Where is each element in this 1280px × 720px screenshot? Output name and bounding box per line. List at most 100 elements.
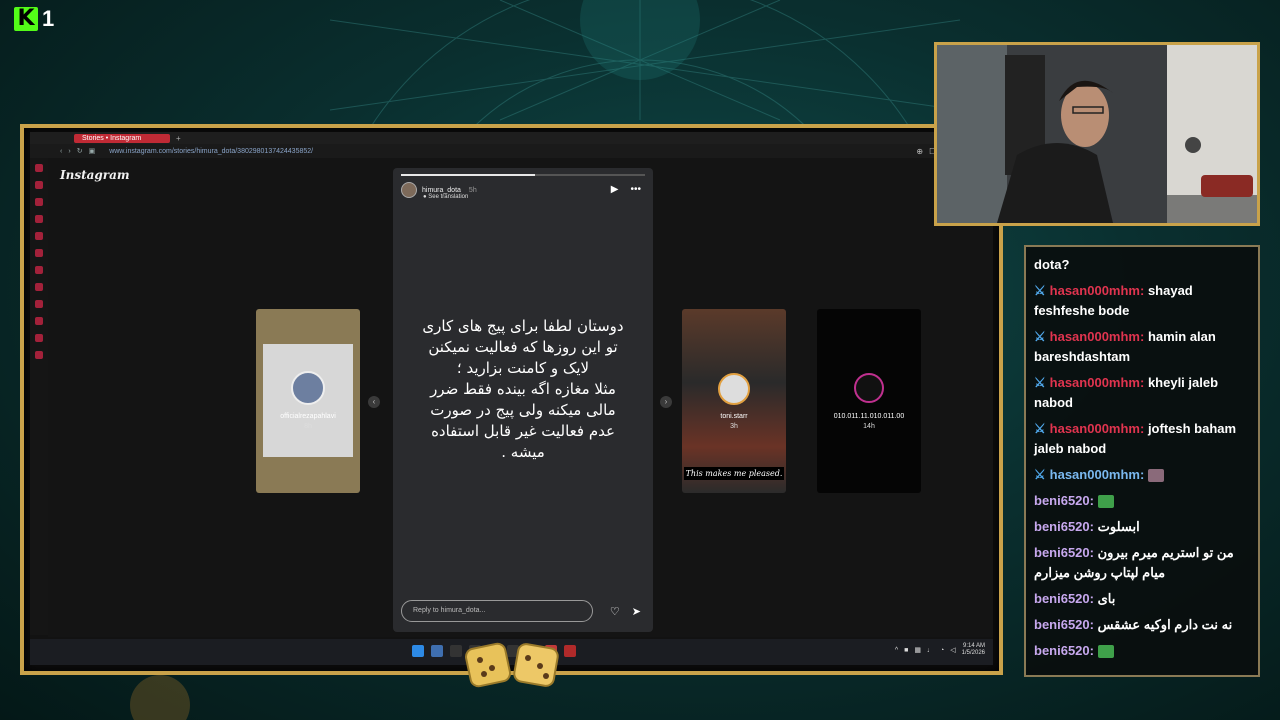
file-explorer-icon[interactable] [431,645,443,657]
next-story-button[interactable]: › [660,396,672,408]
kick-logo: K 1 [14,6,54,32]
more-options-icon[interactable]: ••• [630,184,641,195]
sidebar-app-icon[interactable] [35,283,43,291]
chat-message: ⚔ hasan000mhm: shayad feshfeshe bode [1034,281,1250,321]
moderator-badge-icon: ⚔ [1034,421,1046,436]
address-input[interactable]: www.instagram.com/stories/himura_dota/38… [109,148,313,155]
start-menu-icon[interactable] [412,645,424,657]
story-text-line: عدم فعالیت غیر قابل استفاده [431,422,615,440]
new-tab-button[interactable]: + [176,134,181,143]
see-translation-label: See translation [428,194,469,200]
side-story-officialrezapahlavi[interactable]: officialrezapahlavi 8h [256,309,360,493]
moderator-badge-icon: ⚔ [1034,467,1046,482]
story-text: دوستان لطفا برای پیج های کاری تو این روز… [409,316,637,463]
taskbar-clock[interactable]: 9:14 AM 1/5/2026 [962,643,985,657]
story-text-line: تو این روزها که فعالیت نمیکنن [428,338,618,356]
story-progress-bar [401,174,645,176]
microphone-icon[interactable]: ♩ [927,647,934,654]
sidebar-app-icon[interactable] [35,249,43,257]
chat-message: beni6520: [1034,641,1250,661]
side-story-010[interactable]: 010.011.11.010.011.00 14h [817,309,921,493]
story-text-line: میشه . [501,443,545,461]
dice-overlay [464,642,559,688]
sidebar-app-icon[interactable] [35,317,43,325]
chat-panel: dota? ⚔ hasan000mhm: shayad feshfeshe bode… [1024,245,1260,677]
sidebar-app-icon[interactable] [35,215,43,223]
chat-message: beni6520: [1034,491,1250,511]
like-heart-icon[interactable]: ♡ [610,605,620,618]
sidebar-app-icon[interactable] [35,351,43,359]
browser-url-bar: ‹ › ↻ ▣ www.instagram.com/stories/himura… [30,144,993,158]
story-username: toni.starr [720,413,748,420]
chat-username[interactable]: beni6520: [1034,643,1094,658]
sidebar-app-icon[interactable] [35,164,43,172]
wifi-icon[interactable]: ◔ [940,647,944,654]
zoom-icon[interactable]: ⊕ [916,147,923,156]
chat-message: beni6520: بای [1034,589,1250,609]
kick-logo-number: 1 [42,6,55,31]
story-username: 010.011.11.010.011.00 [833,413,905,420]
see-translation-link[interactable]: ● See translation [423,194,468,200]
story-username: officialrezapahlavi [280,413,336,420]
taskbar-app-icon[interactable] [450,645,462,657]
story-age: 5h [468,186,477,194]
chat-message: ⚔ hasan000mhm: kheyli jaleb nabod [1034,373,1250,413]
story-age: 8h [304,423,312,430]
chat-username[interactable]: hasan000mhm: [1050,421,1145,436]
chat-username[interactable]: hasan000mhm: [1050,329,1145,344]
story-caption: This makes me pleased. [684,467,784,480]
tray-app-icon[interactable]: ■ [904,647,908,654]
webcam-feed [937,45,1257,223]
dice-icon [464,642,559,688]
chat-emote-icon [1097,495,1114,509]
back-icon[interactable]: ‹ [60,148,62,155]
play-icon[interactable]: ▶ [611,184,619,195]
chat-username[interactable]: beni6520: [1034,545,1094,560]
chat-username[interactable]: beni6520: [1034,519,1094,534]
sidebar-app-icon[interactable] [35,198,43,206]
chat-username[interactable]: beni6520: [1034,617,1094,632]
story-owner-username[interactable]: himura_dota [422,187,461,194]
active-story: himura_dota 5h ● See translation ▶ ••• د… [393,168,653,632]
sidebar-app-icon[interactable] [35,266,43,274]
forward-icon[interactable]: › [68,148,70,155]
chat-message: ⚔ hasan000mhm: hamin alan bareshdashtam [1034,327,1250,367]
moderator-badge-icon: ⚔ [1034,283,1046,298]
tray-app-icon[interactable]: ▦ [914,646,921,654]
story-text-line: مالی میکنه ولی پیج در صورت [430,401,616,419]
chat-message: dota? [1034,255,1250,275]
volume-icon[interactable]: ◁ [950,646,955,654]
chat-username[interactable]: hasan000mhm: [1050,375,1145,390]
previous-story-button[interactable]: ‹ [368,396,380,408]
chat-emote-icon [1147,469,1164,483]
chat-username[interactable]: beni6520: [1034,493,1094,508]
browser-tab-bar: Stories • Instagram + [30,132,993,144]
screen-share-frame: Stories • Instagram + ‹ › ↻ ▣ www.instag… [20,124,1003,675]
kick-k-icon: K [14,7,38,31]
chat-username[interactable]: beni6520: [1034,591,1094,606]
reload-icon[interactable]: ↻ [77,147,83,155]
reply-input[interactable]: Reply to himura_dota... [401,600,593,622]
browser-tab[interactable]: Stories • Instagram [74,133,170,143]
story-progress-fill [401,174,536,176]
instagram-logo[interactable]: Instagram [60,168,130,182]
story-owner-avatar[interactable] [401,182,417,198]
chat-username[interactable]: hasan000mhm: [1050,283,1145,298]
browser-sidebar [30,158,48,635]
sidebar-app-icon[interactable] [35,300,43,308]
story-text-line: دوستان لطفا برای پیج های کاری [422,317,624,335]
story-text-line: مثلا مغازه اگه بینده فقط ضرر [430,380,616,398]
lock-icon: ▣ [88,148,96,155]
webcam-overlay [934,42,1260,226]
side-story-toni-starr[interactable]: toni.starr 3h This makes me pleased. [682,309,786,493]
sidebar-app-icon[interactable] [35,334,43,342]
send-icon[interactable]: ➤ [632,605,641,618]
tray-chevron-icon[interactable]: ^ [895,647,898,654]
moderator-badge-icon: ⚔ [1034,329,1046,344]
clock-date: 1/5/2026 [961,650,985,656]
sidebar-app-icon[interactable] [35,232,43,240]
story-avatar [854,373,884,403]
story-age: 3h [730,423,738,430]
chat-username[interactable]: hasan000mhm: [1050,467,1145,482]
sidebar-app-icon[interactable] [35,181,43,189]
